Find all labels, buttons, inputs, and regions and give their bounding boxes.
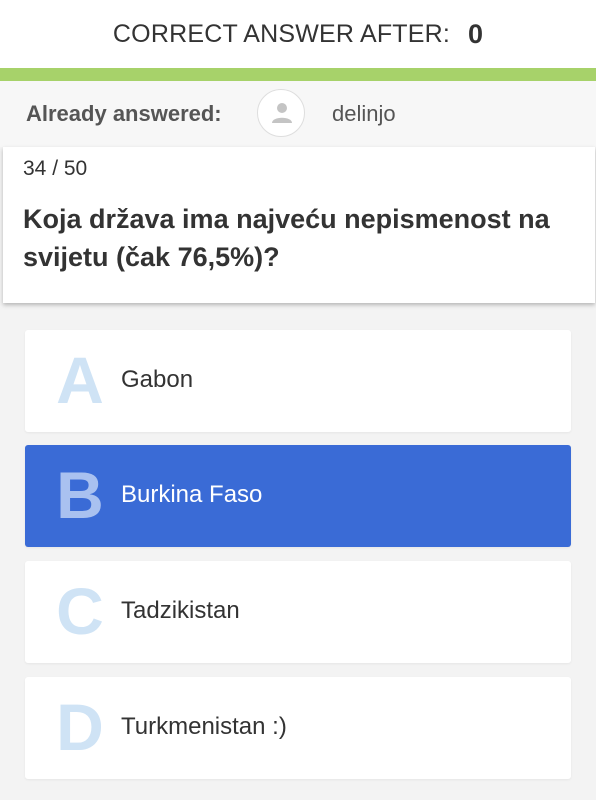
progress-bar: [0, 68, 596, 81]
answer-option-d[interactable]: D Turkmenistan :): [25, 677, 571, 779]
option-letter: A: [56, 343, 104, 417]
option-text: Burkina Faso: [121, 481, 263, 508]
header: CORRECT ANSWER AFTER: 0: [0, 0, 596, 68]
answered-username: delinjo: [332, 101, 396, 126]
answer-option-c[interactable]: C Tadzikistan: [25, 561, 571, 663]
already-answered-label: Already answered:: [26, 101, 222, 126]
question-card: 34 / 50 Koja država ima najveću nepismen…: [3, 147, 595, 303]
already-answered-row: Already answered: delinjo: [0, 81, 596, 147]
option-letter: C: [56, 574, 104, 648]
answer-option-a[interactable]: A Gabon: [25, 330, 571, 432]
question-text: Koja država ima najveću nepismenost na s…: [23, 204, 550, 272]
answer-option-b[interactable]: B Burkina Faso: [25, 445, 571, 547]
option-text: Turkmenistan :): [121, 713, 287, 740]
correct-answer-countdown: 0: [468, 18, 484, 49]
user-icon: [272, 103, 292, 123]
question-counter: 34 / 50: [23, 157, 88, 180]
option-text: Gabon: [121, 366, 194, 393]
option-letter: D: [56, 690, 104, 764]
option-letter: B: [56, 458, 104, 532]
avatar: [257, 89, 305, 137]
option-text: Tadzikistan: [121, 597, 240, 624]
correct-answer-label: CORRECT ANSWER AFTER:: [112, 19, 451, 48]
